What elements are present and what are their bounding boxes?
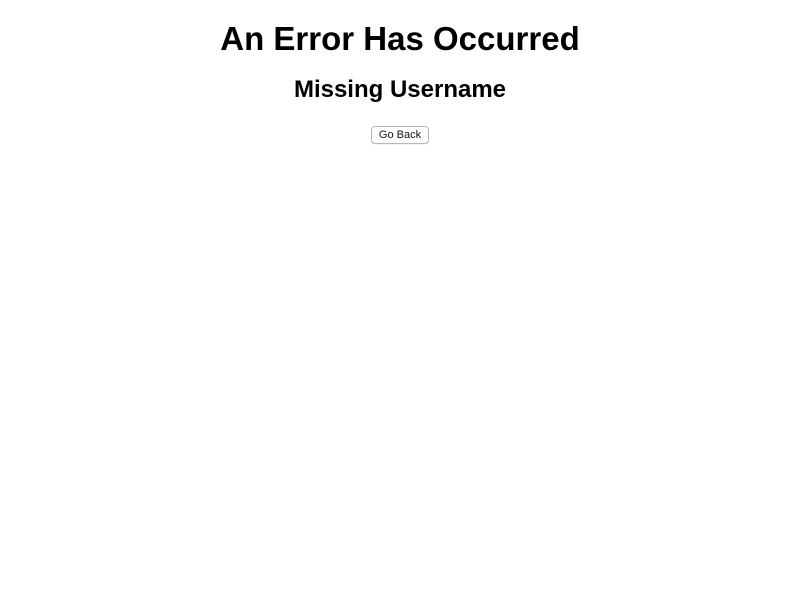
error-message: Missing Username bbox=[293, 76, 507, 103]
error-title: An Error Has Occurred bbox=[220, 20, 580, 57]
button-container: Go Back bbox=[0, 105, 800, 144]
go-back-button[interactable]: Go Back bbox=[370, 126, 430, 144]
